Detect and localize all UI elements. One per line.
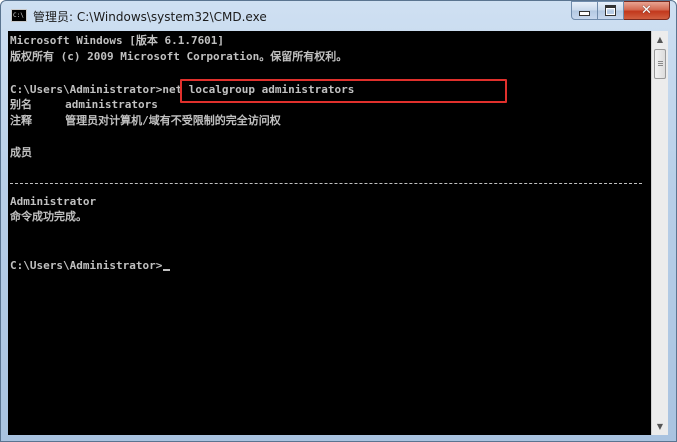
separator-line [10, 183, 642, 184]
vertical-scrollbar[interactable]: ▲ ▼ [651, 31, 668, 435]
cmd-window: C:\ 管理员: C:\Windows\system32\CMD.exe ✕ M… [0, 0, 677, 442]
window-controls: ✕ [571, 1, 670, 21]
grip-line [658, 63, 663, 64]
prompt-line[interactable]: C:\Users\Administrator> [10, 258, 171, 274]
console-line: Microsoft Windows [版本 6.1.7601] [10, 34, 225, 47]
window-title: 管理员: C:\Windows\system32\CMD.exe [33, 10, 267, 24]
console-line: 别名 administrators [10, 98, 158, 111]
close-button[interactable]: ✕ [624, 1, 670, 20]
console-line: Administrator [10, 195, 97, 208]
console-line: 成员 [10, 146, 32, 159]
grip-line [658, 61, 663, 62]
minimize-button[interactable] [571, 1, 598, 20]
scrollbar-thumb[interactable] [654, 49, 666, 79]
console-line: 版权所有 (c) 2009 Microsoft Corporation。保留所有… [10, 50, 348, 63]
console-output[interactable]: Microsoft Windows [版本 6.1.7601] 版权所有 (c)… [8, 31, 651, 435]
console-line: 命令成功完成。 [10, 210, 87, 223]
text-cursor [163, 269, 171, 271]
close-icon: ✕ [641, 3, 652, 18]
prompt-text: C:\Users\Administrator> [10, 259, 163, 272]
cmd-app-icon[interactable]: C:\ [11, 9, 27, 22]
minimize-icon [579, 11, 590, 16]
console-line: 注释 管理员对计算机/域有不受限制的完全访问权 [10, 114, 281, 127]
command-highlight-box [180, 79, 507, 103]
scroll-down-arrow-icon[interactable]: ▼ [652, 418, 668, 435]
title-bar[interactable]: C:\ 管理员: C:\Windows\system32\CMD.exe ✕ [1, 1, 676, 31]
scroll-up-arrow-icon[interactable]: ▲ [652, 31, 668, 48]
maximize-button[interactable] [598, 1, 624, 20]
maximize-icon [605, 5, 616, 16]
grip-line [658, 65, 663, 66]
